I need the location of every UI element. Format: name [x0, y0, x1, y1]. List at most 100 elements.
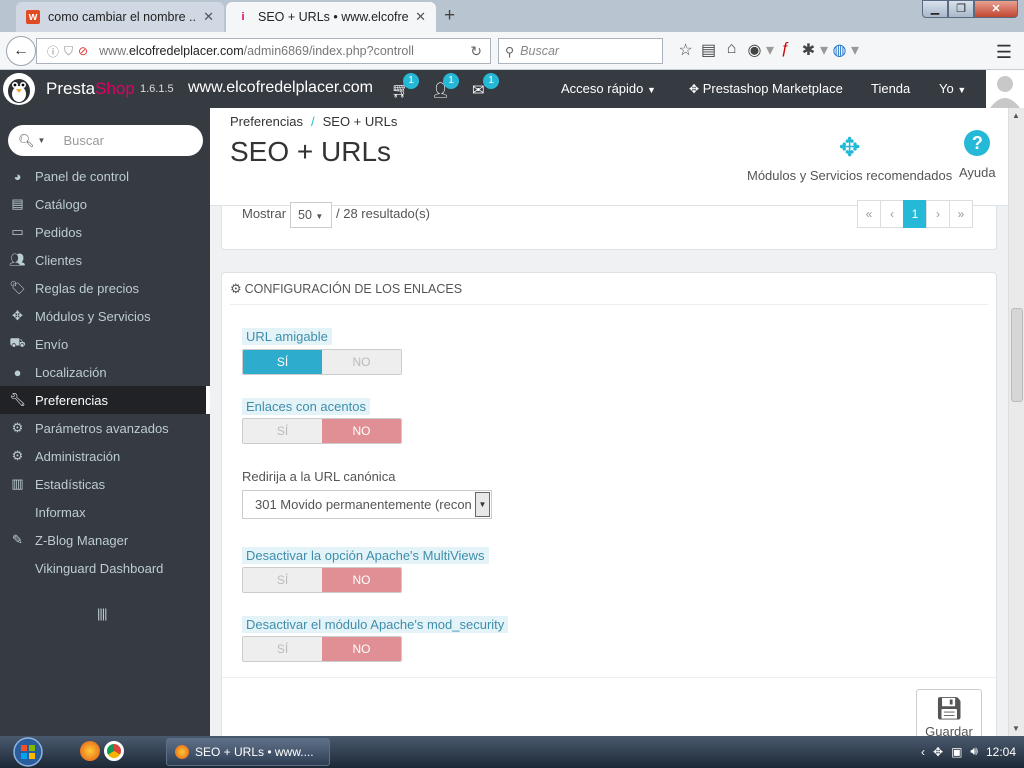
- sidebar-item-orders[interactable]: ▭ Pedidos: [0, 218, 210, 246]
- windows-start-icon[interactable]: [8, 736, 48, 768]
- help-button[interactable]: ? Ayuda: [959, 130, 996, 180]
- prestashop-logo-icon[interactable]: [0, 70, 40, 108]
- dropdown-icon[interactable]: ▾: [766, 40, 774, 60]
- sidebar-item-stats[interactable]: ▥ Estadísticas: [0, 470, 210, 498]
- yes-option[interactable]: SÍ: [243, 637, 322, 661]
- quick-access-menu[interactable]: Acceso rápido ▼: [561, 81, 656, 96]
- no-option[interactable]: NO: [322, 637, 401, 661]
- sidebar-item-customers[interactable]: 👥︎ Clientes: [0, 246, 210, 274]
- no-option[interactable]: NO: [322, 350, 401, 374]
- shield-icon[interactable]: ⛉: [64, 44, 73, 59]
- address-bar[interactable]: ⓘ ⛉ ⊘ www. elcofredelplacer.com/admin6869…: [36, 38, 491, 64]
- home-icon[interactable]: ⌂: [720, 40, 743, 60]
- tab-title: SEO + URLs • www.elcofre...: [258, 10, 410, 24]
- minimize-icon[interactable]: ▁: [922, 0, 948, 18]
- yes-option[interactable]: SÍ: [243, 568, 322, 592]
- clock[interactable]: 12:04: [986, 745, 1016, 759]
- mod-security-toggle[interactable]: SÍ NO: [242, 636, 402, 662]
- extension-icon[interactable]: ✱: [797, 40, 820, 60]
- reading-list-icon[interactable]: ▤: [697, 40, 720, 60]
- sidebar-item-catalog[interactable]: ▤ Catálogo: [0, 190, 210, 218]
- breadcrumb-current: SEO + URLs: [322, 114, 398, 129]
- multiviews-toggle[interactable]: SÍ NO: [242, 567, 402, 593]
- browser-tab-2[interactable]: i SEO + URLs • www.elcofre... ✕: [226, 2, 436, 32]
- tray-app-icon[interactable]: ✥: [933, 745, 943, 759]
- scrollbar-thumb[interactable]: [1011, 308, 1023, 402]
- sidebar-item-dashboard[interactable]: ◕ Panel de control: [0, 162, 210, 190]
- flash-icon[interactable]: ƒ: [774, 40, 797, 60]
- shop-name-link[interactable]: www.elcofredelplacer.com: [188, 79, 373, 97]
- scroll-up-icon[interactable]: ▲: [1012, 111, 1020, 120]
- sidebar-item-zblog[interactable]: ✎ Z-Blog Manager: [0, 526, 210, 554]
- volume-icon[interactable]: 🔊︎: [970, 744, 978, 759]
- friendly-url-toggle[interactable]: SÍ NO: [242, 349, 402, 375]
- caret-down-icon: ▼: [957, 85, 967, 95]
- globe-icon: ●: [13, 364, 22, 380]
- browser-search-input[interactable]: ⚲ Buscar: [498, 38, 663, 64]
- sidebar-item-preferences[interactable]: 🔧︎ Preferencias: [0, 386, 210, 414]
- close-tab-icon[interactable]: ✕: [203, 9, 214, 25]
- reload-icon[interactable]: ↻: [470, 43, 482, 60]
- users-icon: 👥︎: [9, 252, 26, 267]
- employee-menu[interactable]: Yo ▼: [939, 81, 966, 96]
- system-tray: ‹ ✥ ▣ 🔊︎ 12:04: [921, 744, 1016, 759]
- close-window-icon[interactable]: ✕: [974, 0, 1018, 18]
- avatar[interactable]: [986, 70, 1024, 108]
- addon-globe-icon[interactable]: ◍: [828, 40, 851, 60]
- tray-expand-icon[interactable]: ‹: [921, 745, 925, 759]
- multiviews-label: Desactivar la opción Apache's MultiViews: [242, 547, 489, 564]
- maximize-icon[interactable]: ❐: [948, 0, 974, 18]
- marketplace-link[interactable]: ✥ Prestashop Marketplace: [689, 81, 843, 96]
- sidebar-search-input[interactable]: 🔍︎ ▼ Buscar: [8, 125, 203, 156]
- sidebar-item-localization[interactable]: ● Localización: [0, 358, 210, 386]
- no-option[interactable]: NO: [322, 568, 401, 592]
- sidebar-item-informax[interactable]: Informax: [0, 498, 210, 526]
- page-scrollbar[interactable]: ▲ ▼: [1008, 108, 1024, 736]
- last-page-icon[interactable]: »: [949, 200, 973, 228]
- sidebar-item-administration[interactable]: ⚙ Administración: [0, 442, 210, 470]
- sidebar-item-modules[interactable]: ✥ Módulos y Servicios: [0, 302, 210, 330]
- panel-heading: ⚙ CONFIGURACIÓN DE LOS ENLACES: [230, 281, 988, 305]
- breadcrumb-parent[interactable]: Preferencias: [230, 114, 303, 129]
- sidebar-item-advanced-parameters[interactable]: ⚙ Parámetros avanzados: [0, 414, 210, 442]
- recommended-modules-button[interactable]: ✥ Módulos y Servicios recomendados: [747, 130, 952, 183]
- sidebar-item-vikinguard[interactable]: Vikinguard Dashboard: [0, 554, 210, 582]
- chrome-icon[interactable]: [104, 741, 124, 761]
- dropdown-icon[interactable]: ▾: [851, 40, 859, 60]
- next-page-icon[interactable]: ›: [926, 200, 950, 228]
- mod-security-label: Desactivar el módulo Apache's mod_securi…: [242, 616, 509, 633]
- store-link[interactable]: Tienda: [871, 81, 910, 96]
- hamburger-menu-icon[interactable]: ☰: [996, 42, 1012, 63]
- chat-icon[interactable]: ◉: [743, 40, 766, 60]
- sidebar-item-shipping[interactable]: ⛟ Envío: [0, 330, 210, 358]
- first-page-icon[interactable]: «: [857, 200, 881, 228]
- panel-footer-divider: [222, 677, 996, 678]
- browser-tab-1[interactable]: w como cambiar el nombre ... ✕: [16, 2, 224, 32]
- browser-nav-bar: ← ⓘ ⛉ ⊘ www. elcofredelplacer.com/admin68…: [0, 32, 1024, 70]
- caret-down-icon[interactable]: ▼: [38, 136, 46, 145]
- new-tab-icon[interactable]: +: [444, 5, 455, 27]
- taskbar-window-button[interactable]: SEO + URLs • www....: [166, 738, 330, 766]
- accented-links-toggle[interactable]: SÍ NO: [242, 418, 402, 444]
- info-icon[interactable]: ⓘ: [47, 43, 59, 60]
- firefox-icon[interactable]: [80, 741, 100, 761]
- per-page-select[interactable]: 50 ▼: [290, 202, 332, 228]
- close-tab-icon[interactable]: ✕: [415, 9, 426, 25]
- search-icon[interactable]: 🔍︎: [18, 133, 35, 149]
- sidebar-item-price-rules[interactable]: 🏷︎ Reglas de precios: [0, 274, 210, 302]
- page-number[interactable]: 1: [903, 200, 927, 228]
- search-placeholder: Buscar: [520, 44, 560, 58]
- network-icon[interactable]: ▣: [951, 745, 962, 759]
- previous-page-icon[interactable]: ‹: [880, 200, 904, 228]
- dropdown-icon[interactable]: ▾: [820, 40, 828, 60]
- chevron-down-icon[interactable]: ▼: [475, 492, 490, 517]
- collapse-menu-icon[interactable]: ||||: [97, 606, 107, 621]
- scroll-down-icon[interactable]: ▼: [1012, 724, 1020, 733]
- no-option[interactable]: NO: [322, 419, 401, 443]
- yes-option[interactable]: SÍ: [243, 419, 322, 443]
- bookmark-star-icon[interactable]: ☆: [674, 40, 697, 60]
- back-arrow-icon[interactable]: ←: [6, 36, 36, 66]
- blocked-content-icon[interactable]: ⊘: [78, 44, 88, 58]
- yes-option[interactable]: SÍ: [243, 350, 322, 374]
- canonical-redirect-select[interactable]: 301 Movido permanentemente (recon ▼: [242, 490, 492, 519]
